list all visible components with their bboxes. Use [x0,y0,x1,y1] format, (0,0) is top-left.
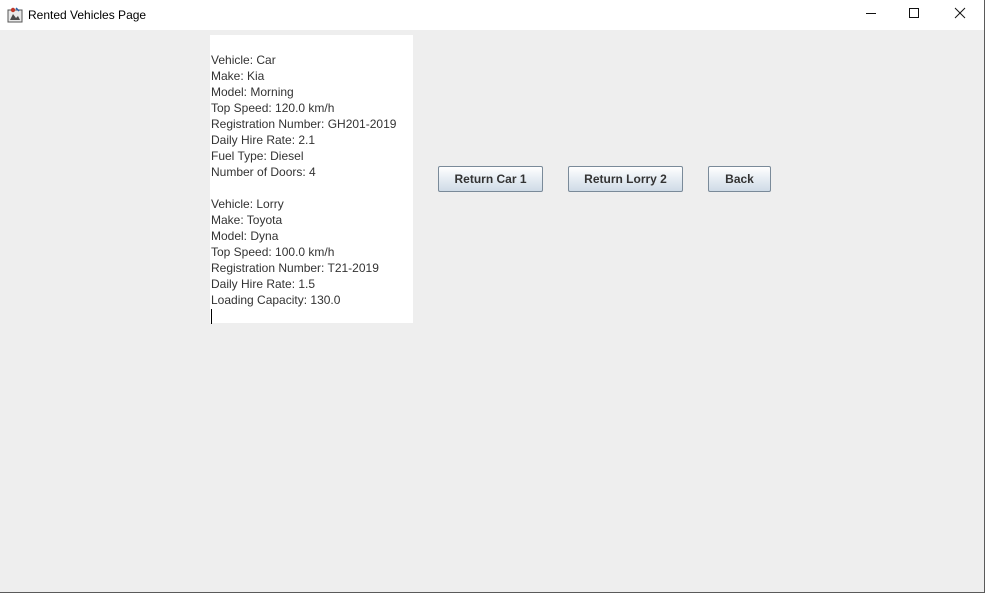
lorry-detail-line: Daily Hire Rate: 1.5 [211,277,316,291]
lorry-detail-line: Loading Capacity: 130.0 [211,293,341,307]
car-detail-line: Daily Hire Rate: 2.1 [211,133,316,147]
car-detail-line: Model: Morning [211,85,294,99]
maximize-icon [908,6,920,24]
back-button[interactable]: Back [708,166,771,192]
car-detail-line: Vehicle: Car [211,53,276,67]
close-icon [954,6,966,24]
lorry-detail-line: Model: Dyna [211,229,279,243]
return-car-button[interactable]: Return Car 1 [438,166,543,192]
minimize-button[interactable] [848,0,894,30]
rented-vehicles-text-area[interactable]: Vehicle: Car Make: Kia Model: Morning To… [210,35,413,324]
minimize-icon [865,6,877,24]
content-panel: Vehicle: Car Make: Kia Model: Morning To… [0,30,984,592]
rented-vehicles-window: Rented Vehicles Page Vehicle: Car Make: … [0,0,985,593]
window-title: Rented Vehicles Page [28,8,147,22]
close-button[interactable] [937,0,983,30]
text-caret [211,309,212,324]
lorry-detail-line: Registration Number: T21-2019 [211,261,379,275]
title-bar[interactable]: Rented Vehicles Page [0,0,984,30]
lorry-detail-line: Top Speed: 100.0 km/h [211,245,335,259]
car-detail-line: Top Speed: 120.0 km/h [211,101,335,115]
car-detail-line: Registration Number: GH201-2019 [211,117,397,131]
lorry-detail-line: Vehicle: Lorry [211,197,284,211]
lorry-detail-line: Make: Toyota [211,213,283,227]
java-app-icon [7,7,23,23]
car-detail-line: Fuel Type: Diesel [211,149,304,163]
maximize-button[interactable] [891,0,937,30]
car-detail-line: Number of Doors: 4 [211,165,316,179]
return-lorry-button[interactable]: Return Lorry 2 [568,166,683,192]
car-detail-line: Make: Kia [211,69,265,83]
